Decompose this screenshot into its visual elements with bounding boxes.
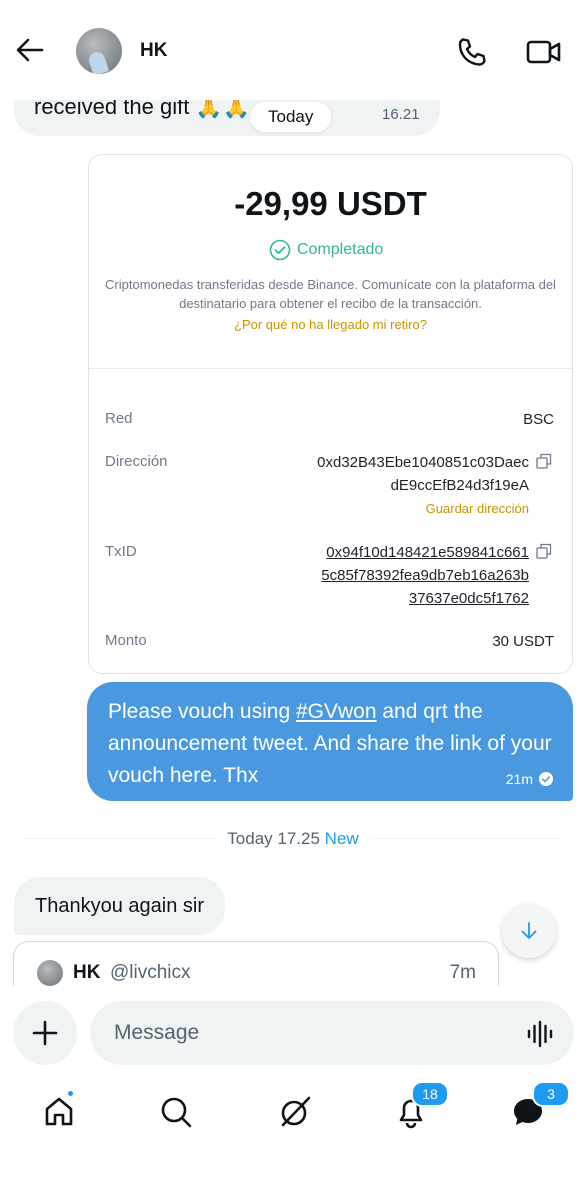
avatar-figure [86, 50, 110, 74]
message-text-start: Please vouch using [108, 700, 296, 723]
new-messages-label: New [324, 829, 359, 848]
home-new-dot [66, 1089, 75, 1098]
incoming-message-bubble[interactable]: Thankyou again sir [14, 877, 225, 935]
read-receipt-icon [539, 772, 553, 786]
home-icon [45, 1097, 73, 1126]
voice-message-icon[interactable] [526, 1020, 554, 1048]
address-line-1: 0xd32B43Ebe1040851c03Daec [317, 454, 529, 471]
address-value: 0xd32B43Ebe1040851c03Daec dE9ccEfB24d3f1… [317, 451, 529, 497]
bottom-navigation: 18 3 [0, 1078, 586, 1200]
message-input[interactable] [90, 1001, 574, 1065]
check-circle-icon [269, 239, 291, 261]
scroll-to-bottom-button[interactable] [502, 904, 556, 958]
withdrawal-help-link[interactable]: ¿Por qué no ha llegado mi retiro? [89, 317, 572, 332]
video-call-icon[interactable] [526, 38, 562, 66]
plus-icon [32, 1020, 58, 1046]
conversation-header: HK [0, 0, 586, 100]
transaction-status: Completado [269, 239, 383, 261]
card-divider [89, 368, 572, 369]
status-label: Completado [297, 241, 384, 258]
phone-call-icon[interactable] [456, 36, 488, 68]
copy-txid-icon[interactable] [536, 543, 552, 559]
copy-address-icon[interactable] [536, 453, 552, 469]
add-attachment-button[interactable] [13, 1001, 77, 1065]
quoted-post-handle: @livchicx [110, 962, 191, 983]
hashtag-link[interactable]: #GVwon [296, 700, 377, 723]
transaction-description: Criptomonedas transferidas desde Binance… [105, 277, 556, 311]
quoted-post-avatar [37, 960, 63, 986]
contact-name[interactable]: HK [140, 40, 167, 62]
nav-grok[interactable] [275, 1092, 315, 1132]
txid-label: TxID [105, 543, 137, 560]
txid-line-3: 37637e0dc5f1762 [408, 590, 529, 607]
arrow-down-icon [521, 922, 537, 939]
outgoing-message-meta: 21m [506, 771, 553, 787]
txid-line-2: 5c85f78392fea9db7eb16a263b [321, 567, 529, 584]
previous-message-time: 16.21 [382, 106, 420, 123]
nav-notifications[interactable]: 18 [391, 1081, 449, 1132]
back-arrow-icon[interactable] [14, 34, 46, 66]
search-icon [161, 1097, 192, 1128]
transaction-card[interactable]: -29,99 USDT Completado Criptomonedas tra… [88, 154, 573, 674]
address-line-2: dE9ccEfB24d3f19eA [390, 477, 529, 494]
today-pill: Today [250, 102, 332, 132]
message-composer [0, 986, 586, 1078]
nav-home[interactable] [39, 1089, 79, 1132]
save-address-link[interactable]: Guardar dirección [426, 501, 529, 516]
date-divider-label: Today 17.25 [227, 829, 320, 848]
grok-icon [281, 1096, 311, 1127]
transaction-amount: -29,99 USDT [234, 185, 427, 222]
quoted-post-name: HK [73, 962, 101, 983]
outgoing-message-text: Please vouch using #GVwon and qrt the an… [108, 696, 558, 792]
outgoing-message-bubble[interactable]: Please vouch using #GVwon and qrt the an… [87, 682, 573, 801]
quoted-post-time: 7m [449, 962, 476, 983]
amount-value: 30 USDT [492, 633, 554, 650]
address-label: Dirección [105, 453, 168, 470]
txid-line-1: 0x94f10d148421e589841c661 [326, 544, 529, 561]
notifications-badge: 18 [411, 1081, 449, 1107]
nav-messages[interactable]: 3 [508, 1081, 570, 1132]
network-label: Red [105, 410, 133, 427]
amount-label: Monto [105, 632, 147, 649]
outgoing-message-time: 21m [505, 771, 533, 787]
nav-search[interactable] [156, 1092, 196, 1132]
txid-value[interactable]: 0x94f10d148421e589841c661 5c85f78392fea9… [321, 541, 529, 610]
date-divider: Today 17.25 New [0, 829, 586, 849]
contact-avatar[interactable] [76, 28, 122, 74]
messages-badge: 3 [532, 1081, 570, 1107]
network-value: BSC [523, 411, 554, 428]
